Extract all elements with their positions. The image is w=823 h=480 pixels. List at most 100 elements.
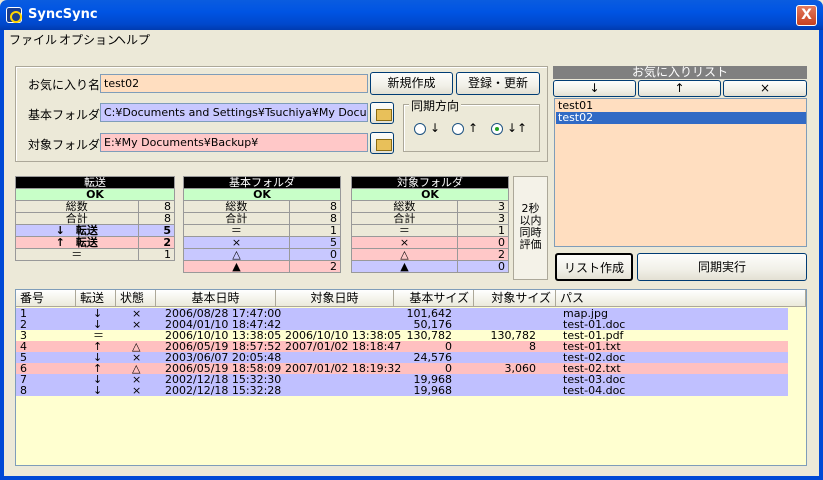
base-stats-table: 基本フォルダ OK 総数 8 合計 8 ＝ 1 × 5 △ 0 ▲ 2 [183,176,342,273]
favorites-move-up-button[interactable]: ↑ [638,80,721,97]
favorites-title: お気に入りリスト [553,66,807,79]
stat-value: 3 [456,212,510,225]
window-frame-right [819,30,823,480]
stat-label: ↑ 転送 [15,236,139,249]
column-header[interactable]: 状態 [116,290,156,307]
stat-label: × [351,236,458,249]
stat-value: 1 [288,224,342,237]
menu-file[interactable]: ファイル [9,31,57,48]
stat-label: 合計 [351,212,458,225]
stat-value: 5 [137,224,176,237]
stat-label: 合計 [183,212,290,225]
stat-label: 合計 [15,212,139,225]
stat-label: ▲ [183,260,290,273]
direction-both-radio[interactable] [491,123,503,135]
cell-path: test-04.doc [563,384,626,397]
cell-transfer: ↓ [93,384,103,397]
direction-up-radio[interactable] [452,123,464,135]
transfer-stats-title: 転送 [15,176,175,189]
stat-label: △ [183,248,290,261]
base-folder-browse-button[interactable] [370,102,394,124]
base-status: OK [183,188,341,201]
table-row[interactable]: 2 ↓ × 2004/01/10 18:47:42 50,176 test-01.doc [16,319,788,330]
time-tolerance-note: 2秒 以内 同時 評価 [513,176,548,280]
column-header[interactable]: 対象日時 [276,290,394,307]
stat-value: 8 [137,200,176,213]
cell-base-size: 19,968 [413,384,453,397]
stat-label: 総数 [15,200,139,213]
base-folder-input[interactable]: C:¥Documents and Settings¥Tsuchiya¥My Do… [100,103,368,122]
stat-value: 5 [288,236,342,249]
column-header[interactable]: パス [556,290,806,307]
window-frame-left [0,30,4,480]
stat-value: 8 [288,212,342,225]
favorites-item-selected[interactable]: test02 [556,112,806,124]
favorites-list[interactable]: test01 test02 [554,98,807,247]
title-bar[interactable] [0,0,823,30]
stat-value: 8 [288,200,342,213]
target-folder-label: 対象フォルダ [28,138,101,152]
stat-value: 2 [456,248,510,261]
transfer-stats-table: 転送 OK 総数 8 合計 8 ↓ 転送 5 ↑ 転送 2 ＝ 1 [15,176,176,261]
cell-base-date: 2002/12/18 15:32:28 [165,384,282,397]
file-list[interactable]: 番号 転送 状態 基本日時 対象日時 基本サイズ 対象サイズ パス 1 ↓ × 200… [15,289,807,466]
stat-label: △ [351,248,458,261]
favorites-move-down-button[interactable]: ↓ [553,80,636,97]
stat-label: 総数 [183,200,290,213]
app-icon [6,7,22,23]
stat-label: ＝ [15,248,139,261]
favorites-item[interactable]: test01 [556,100,806,112]
stat-label: × [183,236,290,249]
stat-value: 3 [456,200,510,213]
favorites-delete-button[interactable]: × [723,80,807,97]
window-frame-bottom [0,476,823,480]
column-header[interactable]: 番号 [16,290,76,307]
cell-state: × [132,384,142,397]
create-list-button[interactable]: リスト作成 [555,253,633,281]
cell-state: × [132,318,142,331]
cell-target-size: 8 [529,340,536,353]
stat-label: 総数 [351,200,458,213]
register-button[interactable]: 登録・更新 [456,72,540,95]
stat-value: 2 [137,236,176,249]
direction-up-label: ↑ [468,121,479,135]
close-button[interactable]: X [796,5,817,26]
sync-direction-title: 同期方向 [409,97,462,114]
base-stats-title: 基本フォルダ [183,176,341,189]
stat-label: ＝ [183,224,290,237]
target-status: OK [351,188,509,201]
cell-target-date: 2007/01/02 18:18:47 [285,340,402,353]
target-stats-title: 対象フォルダ [351,176,509,189]
cell-no: 8 [20,384,27,397]
column-header[interactable]: 基本日時 [156,290,276,307]
cell-target-size: 3,060 [504,362,537,375]
fav-name-label: お気に入り名 [28,78,101,92]
sync-button[interactable]: 同期実行 [637,253,807,281]
stat-value: 1 [137,248,176,261]
stat-value: 0 [288,248,342,261]
cell-target-date: 2007/01/02 18:19:32 [285,362,402,375]
column-header[interactable]: 基本サイズ [394,290,474,307]
window-title: SyncSync [28,7,98,22]
stat-value: 2 [288,260,342,273]
new-button[interactable]: 新規作成 [370,72,453,95]
fav-name-input[interactable]: test02 [100,74,368,93]
direction-down-label: ↓ [430,121,441,135]
direction-down-radio[interactable] [414,123,426,135]
base-folder-label: 基本フォルダ [28,108,101,122]
table-row[interactable]: 8 ↓ × 2002/12/18 15:32:28 19,968 test-04.doc [16,385,788,396]
direction-both-label: ↓↑ [507,121,528,135]
stat-value: 0 [456,260,510,273]
target-folder-browse-button[interactable] [370,132,394,154]
transfer-status: OK [15,188,175,201]
menu-help[interactable]: ヘルプ [114,31,150,48]
target-folder-input[interactable]: E:¥My Documents¥Backup¥ [100,133,368,152]
menu-options[interactable]: オプション [59,31,119,48]
column-header[interactable]: 転送 [76,290,116,307]
column-header[interactable]: 対象サイズ [474,290,556,307]
stat-value: 0 [456,236,510,249]
stat-label: ↓ 転送 [15,224,139,237]
stat-label: ＝ [351,224,458,237]
stat-label: ▲ [351,260,458,273]
target-stats-table: 対象フォルダ OK 総数 3 合計 3 ＝ 1 × 0 △ 2 ▲ 0 [351,176,510,273]
